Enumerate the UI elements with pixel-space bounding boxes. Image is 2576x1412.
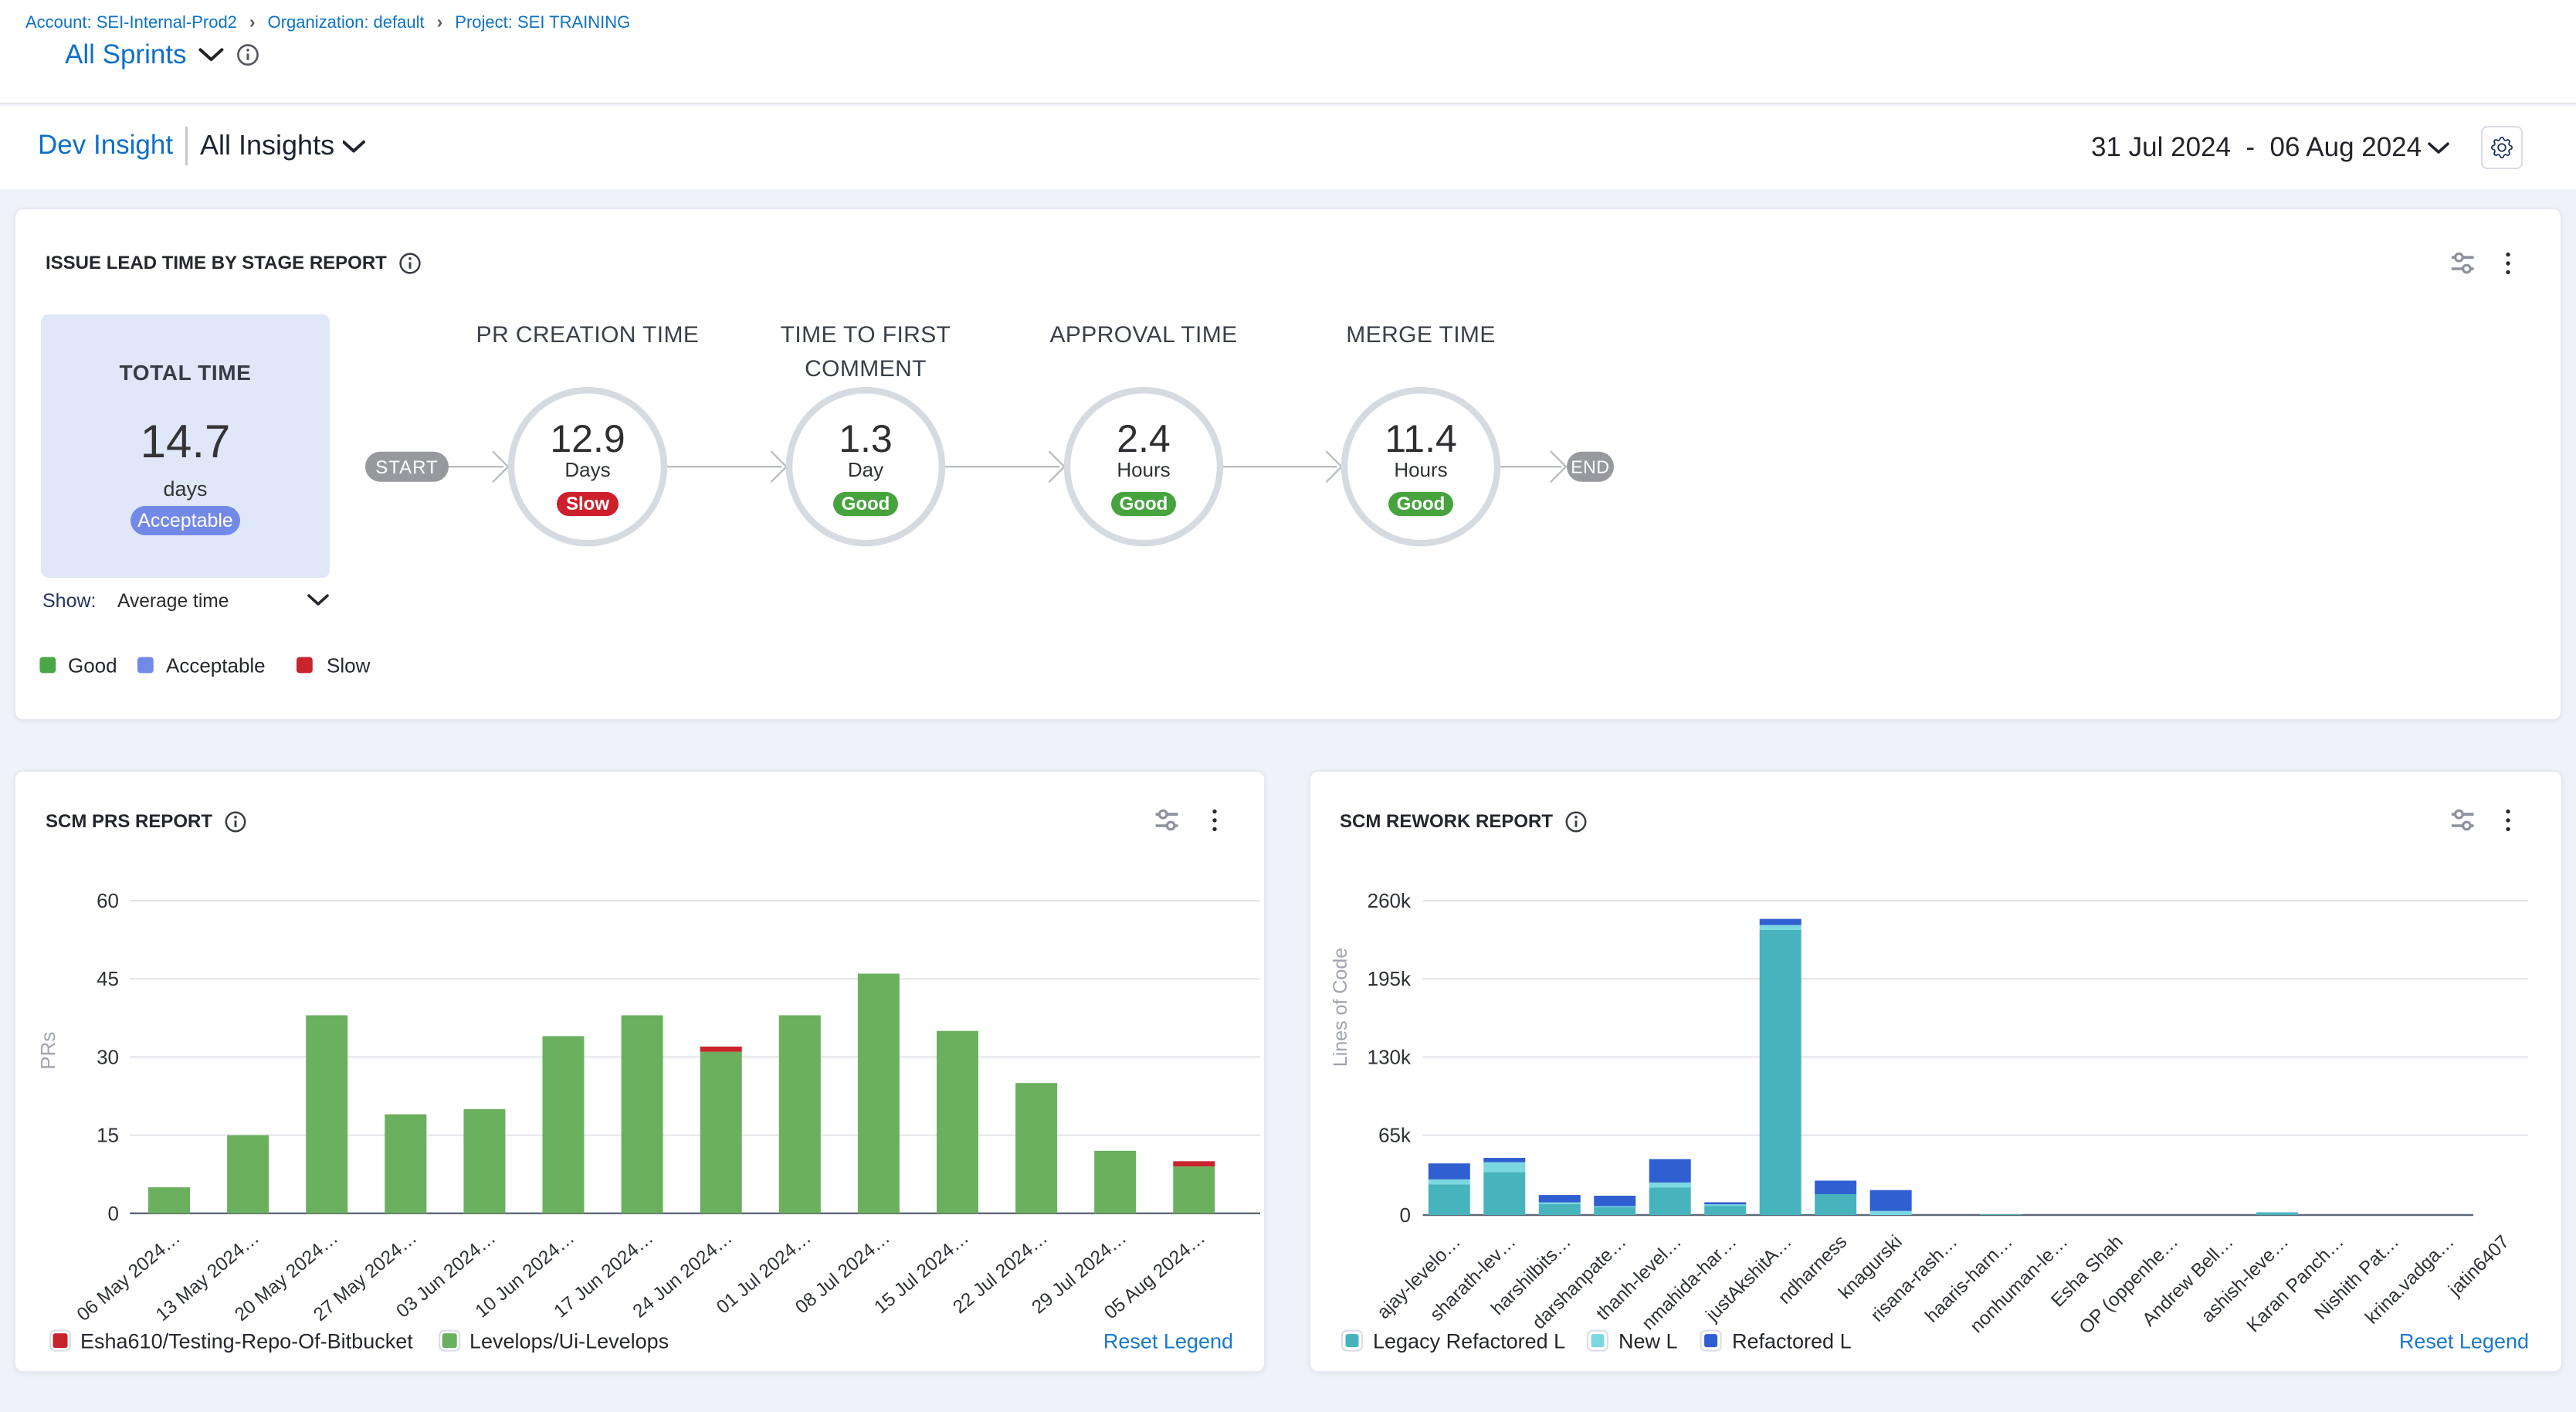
svg-text:Levelops/Ui-Levelops: Levelops/Ui-Levelops [469,1330,669,1353]
svg-text:65k: 65k [1378,1124,1412,1147]
svg-text:nmahida-har…: nmahida-har… [1638,1231,1740,1334]
svg-text:130k: 130k [1368,1045,1412,1068]
svg-text:APPROVAL TIME: APPROVAL TIME [1049,322,1237,348]
svg-text:Acceptable: Acceptable [137,510,233,531]
svg-text:Show:: Show: [42,590,96,612]
svg-text:Esha610/Testing-Repo-Of-Bitbuc: Esha610/Testing-Repo-Of-Bitbucket [80,1330,413,1353]
svg-text:Refactored L: Refactored L [1732,1330,1852,1353]
svg-text:Good: Good [842,494,890,514]
svg-text:Reset Legend: Reset Legend [1103,1330,1233,1353]
svg-text:New L: New L [1618,1330,1678,1353]
svg-text:PRs: PRs [36,1032,59,1070]
svg-text:Good: Good [1397,494,1446,514]
svg-text:15: 15 [97,1124,119,1147]
svg-text:1.3: 1.3 [839,417,893,460]
svg-text:260k: 260k [1368,889,1412,912]
svg-text:Slow: Slow [327,653,371,677]
svg-text:Slow: Slow [566,494,609,514]
svg-text:MERGE TIME: MERGE TIME [1346,322,1495,348]
svg-text:TIME TO FIRST: TIME TO FIRST [781,322,951,348]
svg-text:Acceptable: Acceptable [166,653,266,677]
svg-text:OP (oppenhe…: OP (oppenhe… [2076,1231,2183,1339]
svg-text:60: 60 [97,889,119,912]
svg-text:END: END [1571,457,1609,477]
svg-text:COMMENT: COMMENT [805,356,927,382]
svg-text:Lines of Code: Lines of Code [1330,948,1351,1067]
svg-text:Good: Good [68,653,117,677]
svg-text:2.4: 2.4 [1117,417,1171,460]
svg-text:Average time: Average time [117,591,229,612]
svg-text:Good: Good [1120,494,1168,514]
svg-text:Reset Legend: Reset Legend [2399,1330,2529,1353]
svg-text:Days: Days [564,458,610,481]
svg-text:11.4: 11.4 [1385,417,1457,460]
svg-text:Day: Day [848,458,883,481]
svg-text:nonhuman-le…: nonhuman-le… [1966,1231,2072,1337]
svg-text:days: days [163,477,207,501]
svg-text:0: 0 [1400,1203,1411,1227]
svg-text:TOTAL TIME: TOTAL TIME [120,361,252,385]
svg-text:0: 0 [108,1202,119,1225]
svg-text:195k: 195k [1368,967,1412,990]
svg-text:12.9: 12.9 [550,417,625,460]
svg-text:30: 30 [97,1045,119,1068]
svg-text:45: 45 [97,967,119,990]
svg-text:PR CREATION TIME: PR CREATION TIME [476,322,700,348]
svg-text:Hours: Hours [1117,458,1170,481]
svg-text:Karan Panch…: Karan Panch… [2243,1231,2348,1336]
svg-text:14.7: 14.7 [141,416,231,467]
svg-text:Legacy Refactored L: Legacy Refactored L [1373,1330,1565,1353]
svg-text:Hours: Hours [1394,458,1447,481]
svg-text:START: START [375,457,438,478]
